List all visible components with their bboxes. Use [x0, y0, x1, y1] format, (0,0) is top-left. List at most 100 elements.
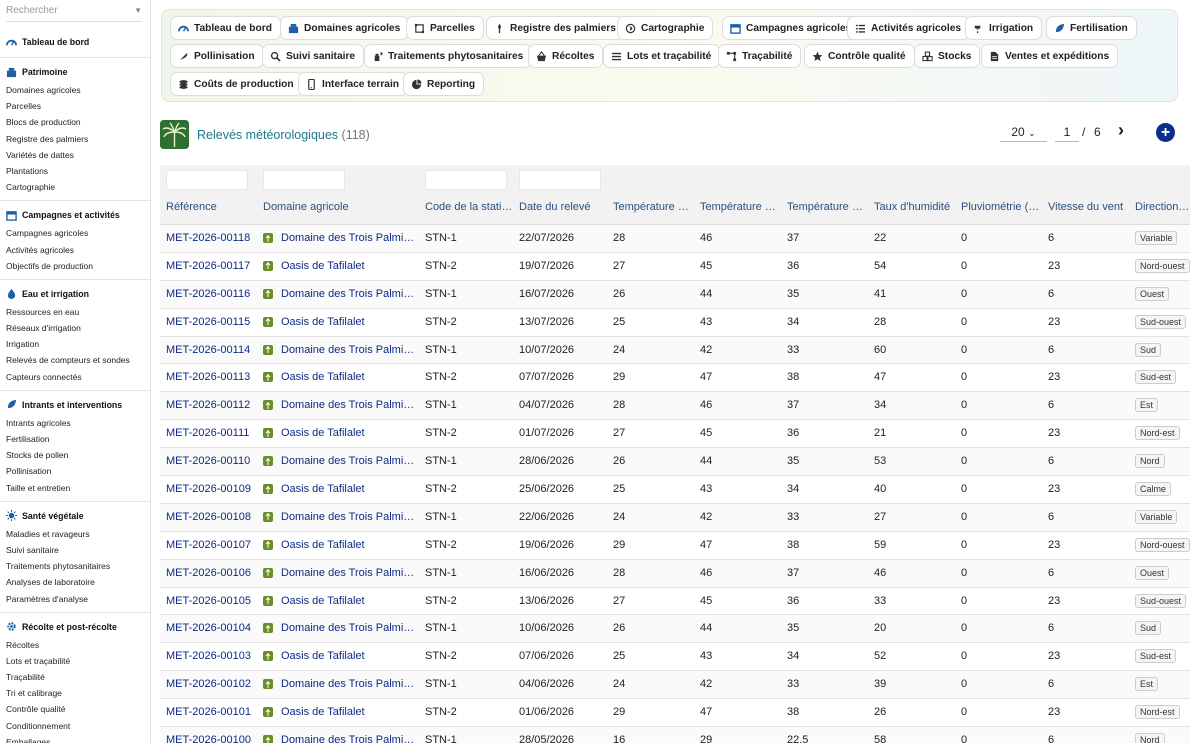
domain-link[interactable]: Domaine des Trois Palmiers — [263, 399, 418, 411]
column-filter-input[interactable] — [263, 170, 345, 190]
sidebar-item[interactable]: Cartographie — [0, 179, 150, 195]
reference-link[interactable]: MET-2026-00116 — [166, 288, 258, 300]
sidebar-group-header[interactable]: Eau et irrigation — [0, 287, 150, 301]
sidebar-item[interactable]: Récoltes — [0, 637, 150, 653]
nav-chip[interactable]: Activités agricoles — [847, 16, 971, 40]
page-size-select[interactable]: 20 ⌄ — [1000, 124, 1047, 142]
sidebar-item[interactable]: Ressources en eau — [0, 304, 150, 320]
domain-link[interactable]: Oasis de Tafilalet — [263, 316, 418, 328]
nav-chip[interactable]: Reporting — [403, 72, 485, 96]
reference-link[interactable]: MET-2026-00115 — [166, 316, 258, 328]
reference-link[interactable]: MET-2026-00108 — [166, 511, 258, 523]
domain-link[interactable]: Oasis de Tafilalet — [263, 371, 418, 383]
sidebar-item[interactable]: Activités agricoles — [0, 242, 150, 258]
table-row[interactable]: MET-2026-00107 Oasis de Tafilalet STN-2 19/… — [160, 532, 1190, 560]
table-row[interactable]: MET-2026-00115 Oasis de Tafilalet STN-2 13/… — [160, 309, 1190, 337]
sidebar-item[interactable]: Relevés de compteurs et sondes — [0, 352, 150, 368]
reference-link[interactable]: MET-2026-00114 — [166, 344, 258, 356]
reference-link[interactable]: MET-2026-00103 — [166, 650, 258, 662]
sidebar-item[interactable]: Analyses de laboratoire — [0, 574, 150, 590]
domain-link[interactable]: Oasis de Tafilalet — [263, 595, 418, 607]
sidebar-group-header[interactable]: Campagnes et activités — [0, 208, 150, 222]
reference-link[interactable]: MET-2026-00118 — [166, 232, 258, 244]
sidebar-item[interactable]: Campagnes agricoles — [0, 225, 150, 241]
sidebar-group-header[interactable]: Santé végétale — [0, 509, 150, 523]
table-row[interactable]: MET-2026-00104 Domaine des Trois Palmiers… — [160, 615, 1190, 644]
nav-chip[interactable]: Suivi sanitaire — [262, 44, 365, 68]
table-row[interactable]: MET-2026-00101 Oasis de Tafilalet STN-2 01/… — [160, 699, 1190, 728]
nav-chip[interactable]: Interface terrain — [298, 72, 409, 96]
column-header[interactable]: Référence — [166, 201, 258, 213]
domain-link[interactable]: Oasis de Tafilalet — [263, 427, 418, 439]
domain-link[interactable]: Oasis de Tafilalet — [263, 539, 418, 551]
sidebar-item[interactable]: Intrants agricoles — [0, 415, 150, 431]
nav-chip[interactable]: Coûts de production — [170, 72, 303, 96]
nav-chip[interactable]: Irrigation — [965, 16, 1043, 40]
sidebar-group-header[interactable]: Récolte et post-récolte — [0, 620, 150, 634]
sidebar-item[interactable]: Objectifs de production — [0, 258, 150, 274]
domain-link[interactable]: Domaine des Trois Palmiers — [263, 288, 418, 300]
nav-chip[interactable]: Domaines agricoles — [280, 16, 410, 40]
sidebar-item[interactable]: Suivi sanitaire — [0, 542, 150, 558]
reference-link[interactable]: MET-2026-00110 — [166, 455, 258, 467]
reference-link[interactable]: MET-2026-00105 — [166, 595, 258, 607]
sidebar-item[interactable]: Stocks de pollen — [0, 447, 150, 463]
column-header[interactable]: Taux d'humidité — [874, 201, 954, 213]
sidebar-item[interactable]: Variétés de dattes — [0, 147, 150, 163]
next-page-icon[interactable]: › — [1118, 121, 1124, 139]
table-row[interactable]: MET-2026-00103 Oasis de Tafilalet STN-2 07/… — [160, 643, 1190, 672]
table-row[interactable]: MET-2026-00106 Domaine des Trois Palmiers… — [160, 559, 1190, 588]
sidebar-item[interactable]: Irrigation — [0, 336, 150, 352]
table-row[interactable]: MET-2026-00102 Domaine des Trois Palmiers… — [160, 671, 1190, 700]
column-header[interactable]: Température moyenne — [787, 201, 867, 213]
domain-link[interactable]: Domaine des Trois Palmiers — [263, 344, 418, 356]
domain-link[interactable]: Domaine des Trois Palmiers — [263, 622, 418, 634]
column-header[interactable]: Pluviométrie (mm) — [961, 201, 1041, 213]
nav-chip[interactable]: Registre des palmiers — [486, 16, 625, 40]
chevron-down-icon[interactable]: ▼ — [134, 6, 142, 15]
reference-link[interactable]: MET-2026-00117 — [166, 260, 258, 272]
table-row[interactable]: MET-2026-00108 Domaine des Trois Palmiers… — [160, 503, 1190, 532]
sidebar-item[interactable]: Fertilisation — [0, 431, 150, 447]
sidebar-item[interactable]: Traçabilité — [0, 669, 150, 685]
table-row[interactable]: MET-2026-00105 Oasis de Tafilalet STN-2 13/… — [160, 588, 1190, 616]
table-row[interactable]: MET-2026-00100 Domaine des Trois Palmiers… — [160, 727, 1190, 743]
table-row[interactable]: MET-2026-00116 Domaine des Trois Palmiers… — [160, 280, 1190, 309]
table-row[interactable]: MET-2026-00110 Domaine des Trois Palmiers… — [160, 448, 1190, 477]
nav-chip[interactable]: Fertilisation — [1046, 16, 1137, 40]
nav-chip[interactable]: Lots et traçabilité — [603, 44, 721, 68]
sidebar-item[interactable]: Réseaux d'irrigation — [0, 320, 150, 336]
domain-link[interactable]: Domaine des Trois Palmiers — [263, 678, 418, 690]
column-header[interactable]: Domaine agricole — [263, 201, 418, 213]
reference-link[interactable]: MET-2026-00100 — [166, 734, 258, 743]
nav-chip[interactable]: Traçabilité — [718, 44, 802, 68]
column-header[interactable]: Vitesse du vent — [1048, 201, 1128, 213]
nav-chip[interactable]: Traitements phytosanitaires — [364, 44, 533, 68]
column-filter-input[interactable] — [425, 170, 507, 190]
nav-chip[interactable]: Cartographie — [617, 16, 714, 40]
domain-link[interactable]: Domaine des Trois Palmiers — [263, 232, 418, 244]
table-row[interactable]: MET-2026-00111 Oasis de Tafilalet STN-2 01/… — [160, 420, 1190, 449]
sidebar-item[interactable]: Emballages — [0, 734, 150, 743]
column-header[interactable]: Direction du vent — [1135, 201, 1190, 213]
column-header[interactable]: Température minimale — [613, 201, 693, 213]
column-header[interactable]: Date du relevé — [519, 201, 607, 213]
column-header[interactable]: Température maximale — [700, 201, 780, 213]
reference-link[interactable]: MET-2026-00106 — [166, 567, 258, 579]
sidebar-item[interactable]: Tri et calibrage — [0, 685, 150, 701]
sidebar-item[interactable]: Capteurs connectés — [0, 369, 150, 385]
sidebar-item[interactable]: Plantations — [0, 163, 150, 179]
sidebar-item[interactable]: Lots et traçabilité — [0, 653, 150, 669]
table-row[interactable]: MET-2026-00114 Domaine des Trois Palmiers… — [160, 336, 1190, 365]
reference-link[interactable]: MET-2026-00107 — [166, 539, 258, 551]
reference-link[interactable]: MET-2026-00104 — [166, 622, 258, 634]
sidebar-search-input[interactable]: Rechercher ▼ — [6, 0, 142, 22]
nav-chip[interactable]: Contrôle qualité — [804, 44, 915, 68]
table-row[interactable]: MET-2026-00113 Oasis de Tafilalet STN-2 07/… — [160, 364, 1190, 393]
reference-link[interactable]: MET-2026-00109 — [166, 483, 258, 495]
sidebar-item[interactable]: Registre des palmiers — [0, 131, 150, 147]
table-row[interactable]: MET-2026-00118 Domaine des Trois Palmiers… — [160, 225, 1190, 253]
domain-link[interactable]: Domaine des Trois Palmiers — [263, 567, 418, 579]
sidebar-item[interactable]: Domaines agricoles — [0, 82, 150, 98]
table-row[interactable]: MET-2026-00109 Oasis de Tafilalet STN-2 25/… — [160, 476, 1190, 504]
